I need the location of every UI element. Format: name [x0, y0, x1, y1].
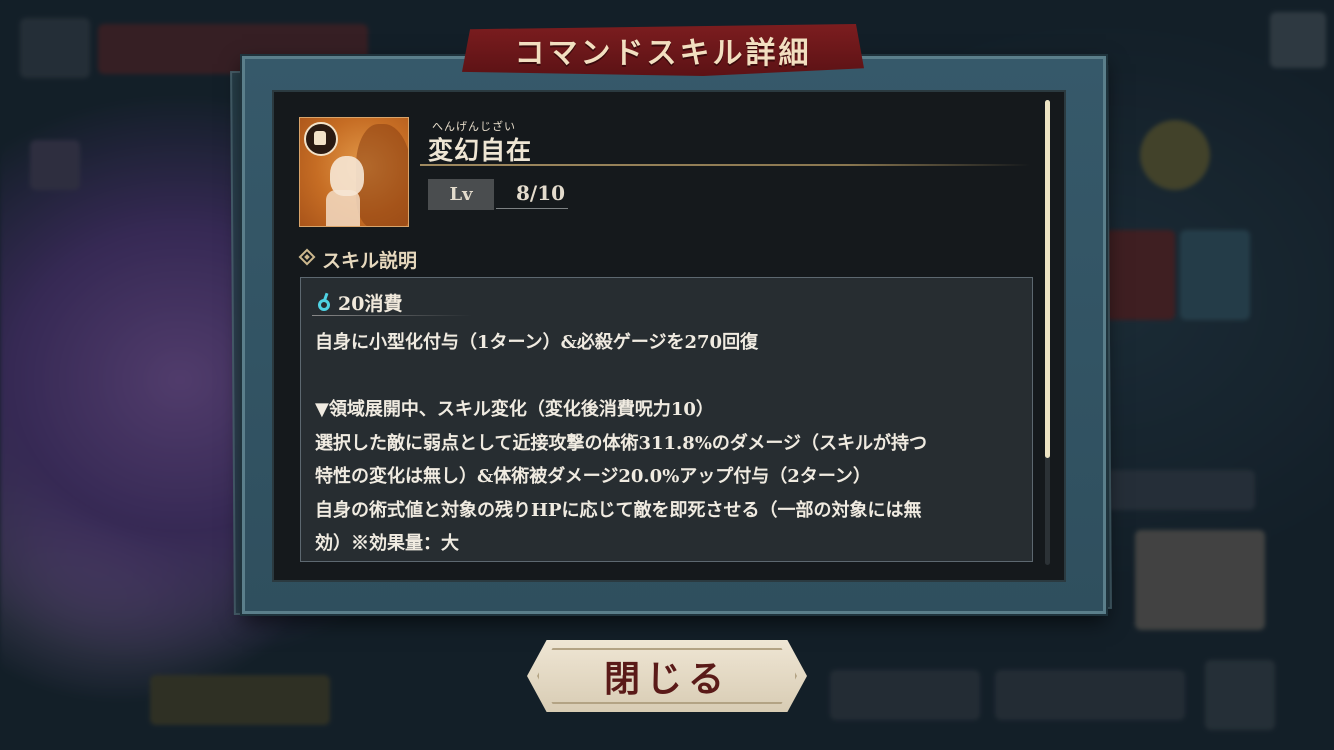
close-button-label: 閉じる — [603, 658, 730, 700]
level-underline — [496, 208, 568, 209]
scrollbar-thumb[interactable] — [1045, 100, 1050, 458]
dialog-title: コマンドスキル詳細 — [514, 36, 812, 71]
cost-row: 20消費 — [316, 289, 402, 316]
dialog-title-banner: コマンドスキル詳細 — [462, 24, 864, 76]
close-button[interactable]: 閉じる — [527, 640, 807, 712]
skill-portrait-icon — [299, 117, 409, 227]
skill-description-text: 自身に小型化付与（1ターン）&必殺ゲージを270回復 ▼領域展開中、スキル変化（… — [315, 332, 928, 554]
skill-name-divider — [420, 164, 1030, 166]
skill-name: 変幻自在 — [428, 136, 533, 165]
cost-divider — [312, 315, 472, 316]
level-label: Lv — [428, 179, 494, 210]
section-title: スキル説明 — [322, 250, 418, 272]
skill-type-badge-icon — [304, 122, 338, 156]
cost-text: 20消費 — [338, 293, 403, 315]
cursed-energy-icon — [316, 293, 332, 313]
level-value: 8/10 — [516, 181, 566, 205]
